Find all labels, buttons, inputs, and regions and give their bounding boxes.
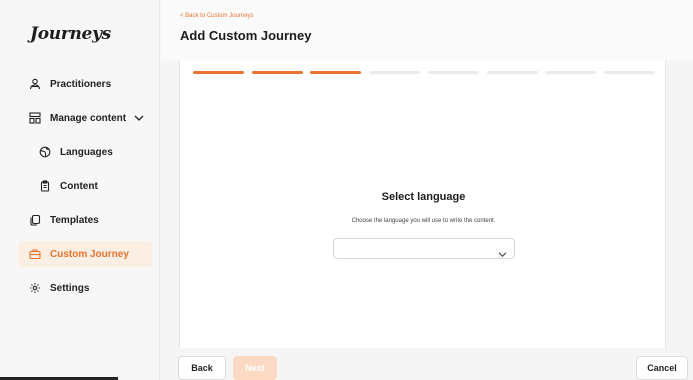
select-language-subtitle: Choose the language you will use to writ… bbox=[351, 218, 496, 224]
app-logo: Journeys bbox=[30, 24, 111, 44]
page-title: Add Custom Journey bbox=[180, 28, 312, 43]
sidebar-item-practitioners[interactable]: Practitioners bbox=[18, 71, 152, 97]
clipboard-icon bbox=[38, 179, 52, 193]
progress-step bbox=[310, 71, 362, 74]
gear-icon bbox=[28, 281, 42, 295]
language-select[interactable] bbox=[333, 238, 515, 259]
sidebar-item-label: Settings bbox=[50, 282, 90, 294]
sidebar-item-label: Practitioners bbox=[50, 78, 112, 90]
sidebar-item-label: Manage content bbox=[50, 112, 127, 124]
progress-step bbox=[369, 71, 421, 74]
progress-step bbox=[193, 71, 244, 74]
sidebar-item-custom-journey[interactable]: Custom Journey bbox=[18, 241, 152, 267]
back-button[interactable]: Back bbox=[178, 356, 226, 380]
progress-step bbox=[545, 71, 597, 74]
page-header: < Back to Custom Journeys Add Custom Jou… bbox=[161, 0, 693, 60]
sidebar-item-label: Languages bbox=[60, 146, 113, 158]
copy-icon bbox=[28, 213, 42, 227]
chevron-down-icon bbox=[134, 114, 144, 122]
content-grid-icon bbox=[28, 111, 42, 125]
sidebar-item-content[interactable]: Content bbox=[18, 173, 152, 199]
sidebar-item-templates[interactable]: Templates bbox=[18, 207, 152, 233]
progress-step bbox=[251, 71, 303, 74]
main-content: Select language Choose the language you … bbox=[179, 60, 666, 348]
back-to-custom-journeys-link[interactable]: < Back to Custom Journeys bbox=[180, 13, 254, 19]
progress-step bbox=[486, 71, 538, 74]
sidebar-item-settings[interactable]: Settings bbox=[18, 275, 152, 301]
sidebar-item-label: Content bbox=[60, 180, 98, 192]
next-button[interactable]: Next bbox=[233, 356, 277, 380]
sidebar-item-languages[interactable]: Languages bbox=[18, 139, 152, 165]
sidebar-item-label: Templates bbox=[50, 214, 99, 226]
cancel-button[interactable]: Cancel bbox=[636, 356, 688, 380]
select-language-title: Select language bbox=[381, 191, 466, 203]
footer-actions: Back Next Cancel bbox=[161, 348, 693, 380]
sidebar-item-manage-content[interactable]: Manage content bbox=[18, 105, 152, 131]
progress-step bbox=[427, 71, 479, 74]
globe-icon bbox=[38, 145, 52, 159]
sidebar: Journeys Practitioners Manage content La… bbox=[0, 0, 160, 380]
chevron-down-icon bbox=[498, 245, 507, 263]
briefcase-icon bbox=[28, 247, 42, 261]
progress-step bbox=[604, 71, 655, 74]
sidebar-item-label: Custom Journey bbox=[50, 248, 129, 260]
step-progress bbox=[193, 71, 655, 75]
people-icon bbox=[28, 77, 42, 91]
